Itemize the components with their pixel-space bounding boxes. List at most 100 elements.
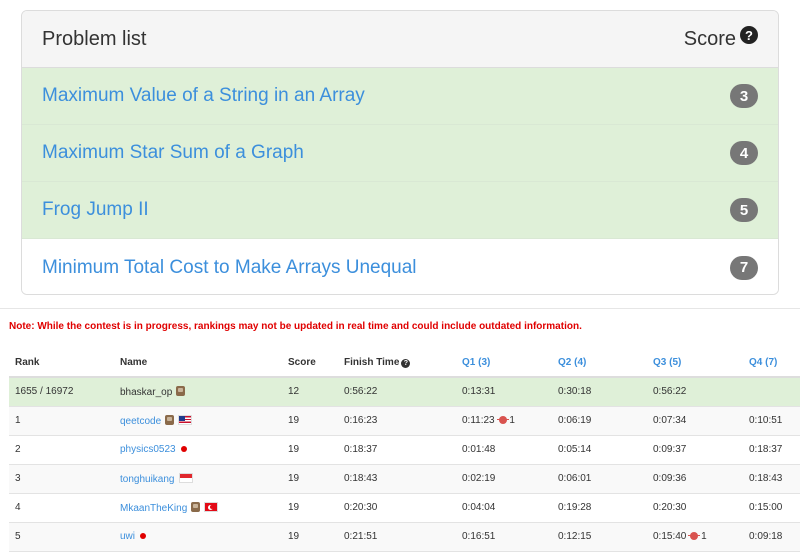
problem-list-header: Problem list Score ? [22, 11, 778, 68]
table-row-self: 1655 / 16972 bhaskar_op 12 0:56:22 0:13:… [9, 377, 800, 407]
score-cell: 12 [282, 377, 338, 407]
japan-flag-icon [180, 446, 187, 452]
rank-cell: 1655 / 16972 [9, 377, 114, 407]
ranking-note: Note: While the contest is in progress, … [9, 321, 582, 332]
us-flag-icon [178, 414, 193, 425]
q1-cell: 0:13:31 [456, 377, 552, 407]
score-badge: 4 [730, 141, 758, 165]
rank-cell: 3 [9, 464, 114, 494]
q1-cell: 0:01:48 [456, 435, 552, 465]
help-icon[interactable]: ? [740, 26, 758, 44]
q4-cell: 0:18:37 [743, 435, 800, 465]
help-icon[interactable]: ? [401, 359, 411, 368]
ranking-header-row: Rank Name Score Finish Time? Q1 (3) Q2 (… [9, 349, 800, 378]
q2-cell: 0:05:14 [552, 435, 647, 465]
user-name-link[interactable]: uwi [120, 531, 135, 542]
q2-cell: 0:06:19 [552, 406, 647, 436]
q1-cell: 0:11:23 1 [456, 406, 552, 436]
name-cell: qeetcode [114, 406, 282, 436]
score-header: Score ? [683, 26, 758, 51]
bag-icon [191, 501, 201, 512]
penalty-count: 1 [509, 415, 515, 426]
q2-cell: 0:06:01 [552, 464, 647, 494]
name-cell: bhaskar_op [114, 377, 282, 407]
table-row: 3 tonghuikang 19 0:18:43 0:02:19 0:06:01… [9, 464, 800, 494]
japan-flag-icon [140, 533, 147, 539]
column-header-rank: Rank [9, 349, 114, 378]
finish-cell: 0:56:22 [338, 377, 456, 407]
user-name-link[interactable]: MkaanTheKing [120, 503, 187, 514]
q4-cell: 0:15:00 [743, 493, 800, 523]
finish-cell: 0:20:30 [338, 493, 456, 523]
score-cell: 19 [282, 406, 338, 436]
table-row: 1 qeetcode 19 0:16:23 0:11:23 1 0:06:19 … [9, 406, 800, 436]
score-badge: 7 [730, 255, 758, 280]
column-header-q2[interactable]: Q2 (4) [552, 349, 647, 378]
score-badge: 5 [730, 198, 758, 222]
bug-icon [688, 532, 701, 540]
q3-cell: 0:15:40 1 [647, 522, 743, 552]
singapore-flag-icon [178, 472, 193, 483]
column-header-q1[interactable]: Q1 (3) [456, 349, 552, 378]
problem-link[interactable]: Maximum Value of a String in an Array [42, 85, 365, 107]
user-name-link[interactable]: physics0523 [120, 444, 176, 455]
name-cell: physics0523 [114, 435, 282, 465]
column-header-q4[interactable]: Q4 (7) [743, 349, 800, 378]
rank-cell: 2 [9, 435, 114, 465]
q2-cell: 0:12:15 [552, 522, 647, 552]
rank-cell: 5 [9, 522, 114, 552]
score-cell: 19 [282, 464, 338, 494]
q3-cell: 0:20:30 [647, 493, 743, 523]
bag-icon [165, 414, 175, 425]
column-header-q3[interactable]: Q3 (5) [647, 349, 743, 378]
q4-cell: 0:10:51 [743, 406, 800, 436]
q4-cell: 0:09:18 [743, 522, 800, 552]
problem-link[interactable]: Maximum Star Sum of a Graph [42, 142, 304, 164]
penalty-count: 1 [701, 531, 707, 542]
score-cell: 19 [282, 435, 338, 465]
problem-link[interactable]: Frog Jump II [42, 199, 149, 221]
q4-cell [743, 377, 800, 407]
rank-cell: 1 [9, 406, 114, 436]
problem-link[interactable]: Minimum Total Cost to Make Arrays Unequa… [42, 257, 417, 279]
q3-cell: 0:56:22 [647, 377, 743, 407]
column-header-score: Score [282, 349, 338, 378]
problem-row: Maximum Star Sum of a Graph 4 [22, 125, 778, 182]
problem-row: Frog Jump II 5 [22, 182, 778, 239]
q1-time: 0:11:23 [462, 415, 495, 426]
problem-row: Minimum Total Cost to Make Arrays Unequa… [22, 239, 778, 294]
q3-cell: 0:09:37 [647, 435, 743, 465]
name-cell: tonghuikang [114, 464, 282, 494]
finish-cell: 0:18:37 [338, 435, 456, 465]
q3-time: 0:15:40 [653, 531, 687, 542]
problem-list-panel: Problem list Score ? Maximum Value of a … [21, 10, 779, 295]
user-name-link[interactable]: qeetcode [120, 416, 161, 427]
finish-time-label: Finish Time [344, 357, 400, 368]
table-row: 2 physics0523 19 0:18:37 0:01:48 0:05:14… [9, 435, 800, 465]
name-cell: uwi [114, 522, 282, 552]
table-row: 4 MkaanTheKing 19 0:20:30 0:04:04 0:19:2… [9, 493, 800, 523]
rank-cell: 4 [9, 493, 114, 523]
q1-cell: 0:02:19 [456, 464, 552, 494]
user-name-link[interactable]: tonghuikang [120, 474, 175, 485]
q1-cell: 0:16:51 [456, 522, 552, 552]
column-header-name: Name [114, 349, 282, 378]
score-header-label: Score [683, 27, 736, 50]
q3-cell: 0:07:34 [647, 406, 743, 436]
q1-cell: 0:04:04 [456, 493, 552, 523]
score-cell: 19 [282, 522, 338, 552]
user-name: bhaskar_op [120, 386, 173, 398]
score-cell: 19 [282, 493, 338, 523]
ranking-table: Rank Name Score Finish Time? Q1 (3) Q2 (… [9, 349, 800, 552]
turkey-flag-icon [204, 501, 219, 512]
finish-cell: 0:21:51 [338, 522, 456, 552]
bag-icon [176, 385, 186, 396]
table-row: 5 uwi 19 0:21:51 0:16:51 0:12:15 0:15:40… [9, 522, 800, 552]
problem-list-area: Problem list Score ? Maximum Value of a … [0, 0, 800, 308]
q2-cell: 0:19:28 [552, 493, 647, 523]
problem-list-title: Problem list [42, 27, 147, 50]
problem-row: Maximum Value of a String in an Array 3 [22, 68, 778, 125]
finish-cell: 0:16:23 [338, 406, 456, 436]
score-badge: 3 [730, 84, 758, 108]
name-cell: MkaanTheKing [114, 493, 282, 523]
